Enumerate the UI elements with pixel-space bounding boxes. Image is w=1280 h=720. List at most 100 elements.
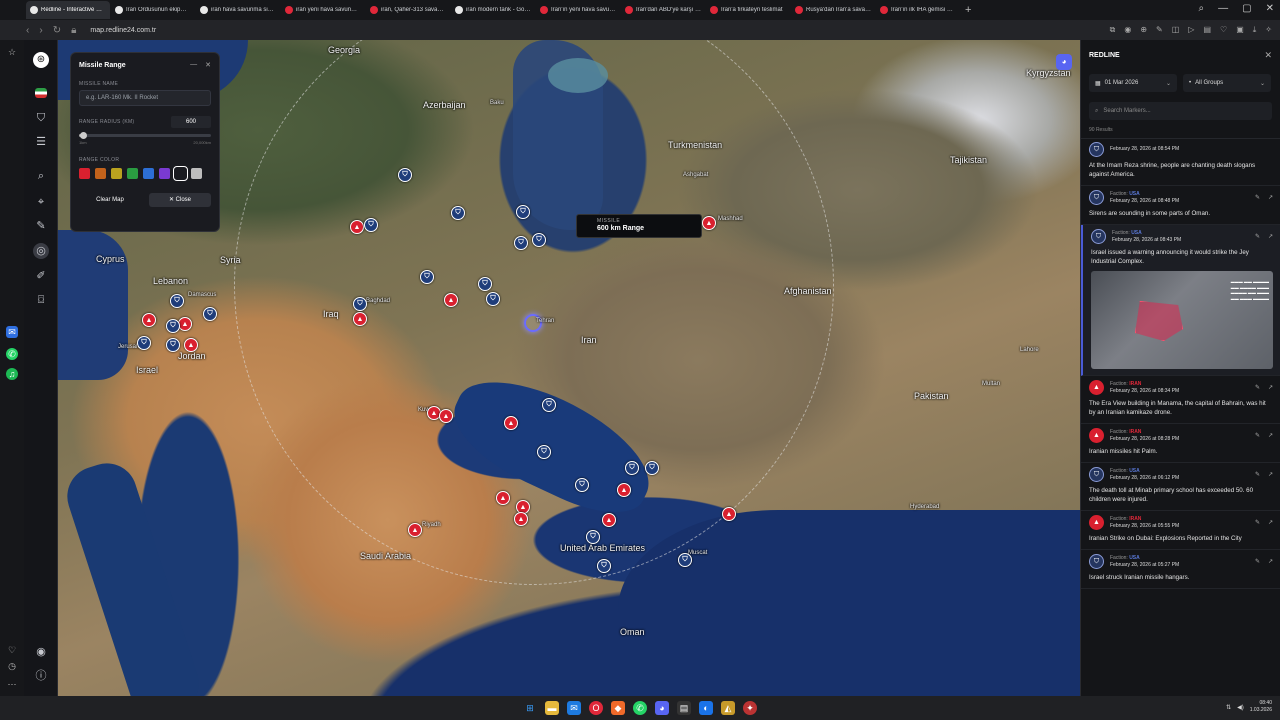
news-item[interactable]: ⛉ Faction: USA February 28, 2026 at 06:12 …	[1081, 463, 1280, 511]
calculator-icon[interactable]: ▤	[677, 701, 691, 715]
iran-event-marker[interactable]: ▲	[444, 293, 458, 307]
minimize-icon[interactable]: —	[1218, 3, 1228, 14]
reload-icon[interactable]: ↻	[53, 25, 61, 36]
close-icon[interactable]: ✕	[205, 61, 211, 69]
edit-icon[interactable]: ✎	[1255, 194, 1260, 201]
usa-event-marker[interactable]: ⛉	[625, 461, 639, 475]
usa-event-marker[interactable]: ⛉	[516, 205, 530, 219]
browser-tab[interactable]: İran'dan ABD'ye karşı mi	[621, 1, 705, 19]
browser-tab[interactable]: Redline - Interactive Strat	[26, 1, 110, 19]
usa-event-marker[interactable]: ⛉	[597, 559, 611, 573]
iran-event-marker[interactable]: ▲	[702, 216, 716, 230]
usa-event-marker[interactable]: ⛉	[137, 336, 151, 350]
camera-icon[interactable]: ⌼	[33, 292, 49, 308]
whatsapp-icon[interactable]: ✆	[6, 348, 18, 360]
iran-event-marker[interactable]: ▲	[178, 317, 192, 331]
open-link-icon[interactable]: ↗	[1268, 432, 1273, 439]
forward-icon[interactable]: ›	[39, 25, 42, 36]
news-item[interactable]: ⛉ Faction: USA February 28, 2026 at 08:48 …	[1081, 186, 1280, 225]
new-tab-icon[interactable]: +	[965, 4, 971, 16]
usa-event-marker[interactable]: ⛉	[420, 270, 434, 284]
shield-icon[interactable]: ⛉	[33, 110, 49, 126]
news-item[interactable]: ▲ Faction: IRAN February 28, 2026 at 08:34…	[1081, 376, 1280, 424]
messenger-icon[interactable]: ✉	[6, 326, 18, 338]
url-field[interactable]: map.redline24.com.tr	[90, 27, 156, 34]
close-icon[interactable]: ✕	[1264, 50, 1272, 61]
browser-tab[interactable]: iran modern tank - Googl	[451, 1, 535, 19]
app-icon[interactable]: ✦	[743, 701, 757, 715]
camera-icon[interactable]: ◉	[1124, 25, 1131, 35]
zoom-icon[interactable]: ⊕	[1140, 25, 1147, 35]
file-explorer-icon[interactable]: ▬	[545, 701, 559, 715]
start-icon[interactable]: ⊞	[523, 701, 537, 715]
iran-flag-icon[interactable]	[35, 88, 47, 98]
minimize-icon[interactable]: —	[190, 61, 197, 69]
color-swatch[interactable]	[173, 166, 188, 181]
usa-event-marker[interactable]: ⛉	[542, 398, 556, 412]
open-link-icon[interactable]: ↗	[1268, 519, 1273, 526]
play-icon[interactable]: ▷	[1188, 25, 1194, 35]
color-swatch[interactable]	[191, 168, 202, 179]
usa-event-marker[interactable]: ⛉	[645, 461, 659, 475]
edit-icon[interactable]: ✎	[1255, 432, 1260, 439]
bookmark-icon[interactable]: ☆	[6, 46, 18, 58]
news-item[interactable]: ▲ Faction: IRAN February 28, 2026 at 08:28…	[1081, 424, 1280, 463]
open-link-icon[interactable]: ↗	[1268, 471, 1273, 478]
usa-event-marker[interactable]: ⛉	[514, 236, 528, 250]
edit-icon[interactable]: ✎	[1255, 471, 1260, 478]
iran-event-marker[interactable]: ▲	[617, 483, 631, 497]
iran-event-marker[interactable]: ▲	[504, 416, 518, 430]
usa-event-marker[interactable]: ⛉	[166, 338, 180, 352]
opera-icon[interactable]: O	[589, 701, 603, 715]
open-link-icon[interactable]: ↗	[1268, 194, 1273, 201]
translate-icon[interactable]: ◫	[1172, 25, 1180, 35]
usa-event-marker[interactable]: ⛉	[398, 168, 412, 182]
open-link-icon[interactable]: ↗	[1268, 558, 1273, 565]
color-swatch[interactable]	[111, 168, 122, 179]
pin-icon[interactable]: ⌖	[33, 194, 49, 210]
draw-icon[interactable]: ✐	[33, 268, 49, 284]
usa-event-marker[interactable]: ⛉	[203, 307, 217, 321]
target-icon[interactable]: ◎	[33, 243, 49, 259]
clock[interactable]: 08:40 1.03.2026	[1250, 700, 1272, 714]
heart-icon[interactable]: ♡	[6, 644, 18, 656]
maximize-icon[interactable]: ▢	[1242, 3, 1251, 14]
brave-icon[interactable]: ◆	[611, 701, 625, 715]
search-tabs-icon[interactable]: ⌕	[1199, 3, 1205, 14]
edit-icon[interactable]: ✎	[1255, 558, 1260, 565]
filter-icon[interactable]: ☰	[33, 134, 49, 150]
usa-event-marker[interactable]: ⛉	[678, 553, 692, 567]
app-logo-icon[interactable]: ⊛	[33, 52, 49, 68]
favorite-icon[interactable]: ♡	[1220, 25, 1227, 35]
browser-tab[interactable]: İran'ın ilk İHA gemisi Dev	[876, 1, 960, 19]
iran-event-marker[interactable]: ▲	[602, 513, 616, 527]
marker-search-input[interactable]: ⌕ Search Markers...	[1089, 102, 1272, 120]
whatsapp-icon[interactable]: ✆	[633, 701, 647, 715]
color-swatch[interactable]	[127, 168, 138, 179]
browser-tab[interactable]: İran Ordusunun ekipman	[111, 1, 195, 19]
usa-event-marker[interactable]: ⛉	[451, 206, 465, 220]
date-filter[interactable]: ▦ 01 Mar 2026 ⌄	[1089, 74, 1177, 92]
screenshot-icon[interactable]: ⧉	[1110, 25, 1116, 35]
browser-tab[interactable]: İran'ın yeni hava savunm	[536, 1, 620, 19]
iran-event-marker[interactable]: ▲	[514, 512, 528, 526]
usa-event-marker[interactable]: ⛉	[364, 218, 378, 232]
game-icon[interactable]: ◭	[721, 701, 735, 715]
browser-tab[interactable]: iran, Qaher-313 savaş uç	[366, 1, 450, 19]
news-item[interactable]: ⛉ February 28, 2026 at 08:54 PM At the Ima…	[1081, 138, 1280, 186]
usa-event-marker[interactable]: ⛉	[353, 297, 367, 311]
usa-event-marker[interactable]: ⛉	[478, 277, 492, 291]
iran-event-marker[interactable]: ▲	[496, 491, 510, 505]
iran-event-marker[interactable]: ▲	[439, 409, 453, 423]
range-radius-slider[interactable]	[79, 132, 211, 139]
extensions-icon[interactable]: ✎	[1156, 25, 1163, 35]
browser-tab[interactable]: iran yeni hava savunma si	[281, 1, 365, 19]
open-link-icon[interactable]: ↗	[1268, 384, 1273, 391]
news-item[interactable]: ▲ Faction: IRAN February 28, 2026 at 05:55…	[1081, 511, 1280, 550]
iran-event-marker[interactable]: ▲	[353, 312, 367, 326]
discord-icon[interactable]: ◕	[655, 701, 669, 715]
downloads-icon[interactable]: ⤓	[1253, 25, 1257, 35]
usa-event-marker[interactable]: ⛉	[532, 233, 546, 247]
search-icon[interactable]: ⌕	[33, 168, 49, 184]
browser-tab[interactable]: iran hava savunma sistem	[196, 1, 280, 19]
